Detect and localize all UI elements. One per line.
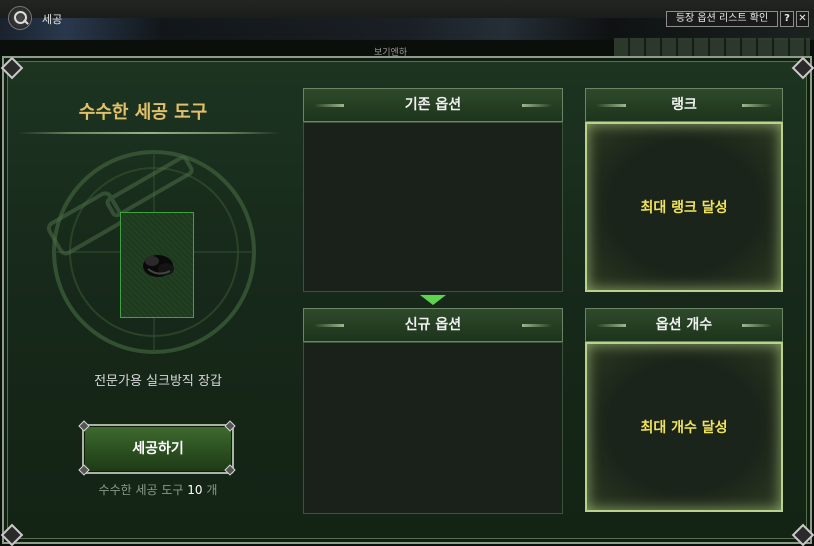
existing-options-header: 기존 옵션 (303, 88, 563, 122)
new-options-list (303, 342, 563, 514)
rank-header: 랭크 (585, 88, 783, 122)
header-ornament (742, 104, 772, 107)
search-icon (8, 6, 32, 30)
option-list-button[interactable]: 등장 옵션 리스트 확인 (666, 11, 778, 27)
title-divider (18, 132, 280, 134)
arrow-down-icon (420, 295, 446, 305)
header-ornament (314, 324, 344, 327)
header-ornament (742, 324, 772, 327)
existing-options-list (303, 122, 563, 292)
tool-count-unit: 개 (206, 483, 218, 497)
new-options-header: 신규 옵션 (303, 308, 563, 342)
help-icon[interactable]: ? (780, 11, 794, 27)
tool-count-label: 수수한 세공 도구 (98, 483, 184, 497)
process-button[interactable]: 세공하기 (82, 424, 234, 474)
new-options-title: 신규 옵션 (404, 317, 462, 333)
rank-status-box: 최대 랭크 달성 (585, 122, 783, 292)
existing-options-title: 기존 옵션 (404, 97, 462, 113)
header-ornament (314, 104, 344, 107)
header-ornament (596, 104, 626, 107)
option-count-status-box: 최대 개수 달성 (585, 342, 783, 512)
close-icon[interactable]: ✕ (796, 11, 809, 27)
tool-count-value: 10 (187, 483, 203, 497)
window-title: 세공 (42, 13, 63, 26)
header-ornament (522, 324, 552, 327)
background-grid (614, 38, 810, 58)
rank-status: 최대 랭크 달성 (640, 200, 728, 216)
option-count-status: 최대 개수 달성 (640, 420, 728, 436)
header-ornament (522, 104, 552, 107)
header-ornament (596, 324, 626, 327)
item-name: 전문가용 실크방직 장갑 (94, 374, 222, 389)
glove-icon (143, 255, 174, 277)
rank-title: 랭크 (671, 97, 697, 113)
title-bar: 세공 등장 옵션 리스트 확인 ? ✕ (0, 0, 814, 40)
tool-count: 수수한 세공 도구 10 개 (30, 481, 286, 498)
tool-title: 수수한 세공 도구 (78, 102, 208, 123)
option-count-header: 옵션 개수 (585, 308, 783, 342)
option-count-title: 옵션 개수 (655, 317, 713, 333)
